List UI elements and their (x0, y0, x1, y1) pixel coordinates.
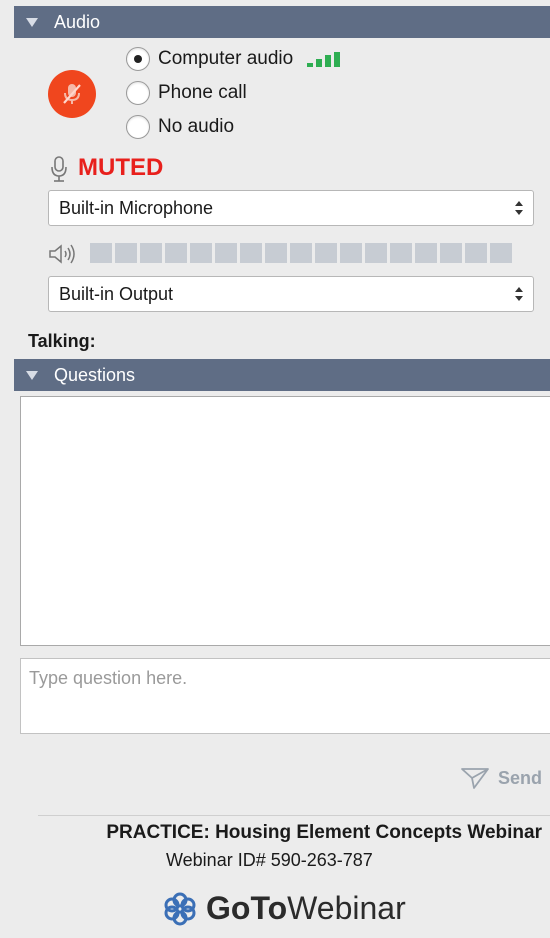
webinar-id: Webinar ID# 590-263-787 (166, 850, 373, 870)
collapse-triangle-icon[interactable] (26, 370, 38, 380)
talking-label: Talking: (28, 331, 96, 351)
speaker-select[interactable]: Built-in Output (48, 276, 534, 312)
radio-button[interactable] (126, 81, 150, 105)
webinar-title: PRACTICE: Housing Element Concepts Webin… (106, 822, 542, 843)
radio-button[interactable] (126, 115, 150, 139)
radio-no-audio[interactable]: No audio (126, 115, 234, 139)
send-button[interactable]: Send (460, 765, 542, 791)
signal-strength-icon (307, 51, 341, 67)
microphone-select-value: Built-in Microphone (59, 197, 214, 218)
gotowebinar-logo-icon (164, 892, 196, 925)
microphone-select[interactable]: Built-in Microphone (48, 190, 534, 226)
footer-divider (38, 815, 550, 816)
radio-label: No audio (158, 116, 235, 137)
speaker-select-value: Built-in Output (59, 283, 174, 304)
gotowebinar-logo: GoToWebinar (162, 890, 406, 927)
question-input-placeholder: Type question here. (29, 668, 188, 688)
mic-status-label: MUTED (78, 154, 164, 181)
send-label: Send (498, 767, 543, 788)
logo-wordmark: GoToWebinar (206, 890, 406, 926)
speaker-icon (49, 244, 75, 264)
speaker-volume-meter (90, 243, 512, 263)
mute-toggle-button[interactable] (48, 70, 96, 118)
questions-log[interactable] (20, 396, 550, 646)
send-icon (461, 768, 489, 789)
select-arrows-icon (515, 287, 523, 301)
collapse-triangle-icon[interactable] (26, 17, 38, 27)
radio-label: Phone call (158, 82, 247, 103)
audio-section-title: Audio (54, 11, 101, 32)
audio-section-header[interactable]: Audio (14, 6, 550, 38)
question-input[interactable]: Type question here. (20, 658, 550, 734)
radio-phone-call[interactable]: Phone call (126, 81, 247, 105)
select-arrows-icon (515, 201, 523, 215)
muted-microphone-icon (63, 84, 81, 104)
microphone-icon (51, 156, 67, 182)
questions-section-header[interactable]: Questions (14, 359, 550, 391)
radio-button[interactable] (126, 47, 150, 71)
questions-section-title: Questions (54, 364, 136, 385)
radio-label: Computer audio (158, 48, 294, 69)
radio-computer-audio[interactable]: Computer audio (126, 47, 341, 71)
